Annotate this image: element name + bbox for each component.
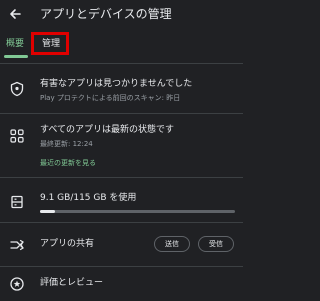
protect-scan-subtitle: Play プロテクトによる前回のスキャン: 昨日 [40,94,181,102]
storage-progress-fill [40,210,56,213]
updates-row[interactable]: すべてのアプリは最新の状態です 最終更新: 12:24 最近の更新を見る [0,114,243,176]
app-bar: アプリとデバイスの管理 [0,0,243,28]
apps-grid-icon [9,128,25,144]
updates-status-title: すべてのアプリは最新の状態です [40,125,175,135]
protect-status-title: 有害なアプリは見つかりませんでした [40,79,193,89]
app-sharing-title: アプリの共有 [40,239,95,249]
storage-row[interactable]: 9.1 GB/115 GB を使用 [0,178,243,221]
send-button[interactable]: 送信 [154,236,190,252]
last-updated-text: 最終更新: 12:24 [40,140,93,148]
play-protect-row[interactable]: 有害なアプリは見つかりませんでした Play プロテクトによる前回のスキャン: … [0,64,243,112]
shield-icon [9,81,25,97]
ratings-reviews-title: 評価とレビュー [40,278,104,288]
app-screen: アプリとデバイスの管理 概要 管理 有害なアプリは見つかりませんでした Play… [0,0,243,301]
see-recent-updates-link[interactable]: 最近の更新を見る [40,158,96,168]
tab-overview[interactable]: 概要 [6,38,24,50]
ratings-reviews-row[interactable]: 評価とレビュー [0,267,243,301]
page-title: アプリとデバイスの管理 [40,7,172,21]
star-icon [9,276,25,292]
share-icon [9,237,25,253]
arrow-back-icon[interactable] [6,5,24,23]
highlight-box [31,32,69,55]
storage-progress-bar [40,210,235,213]
storage-icon [9,194,25,210]
receive-button[interactable]: 受信 [198,236,234,252]
storage-usage-text: 9.1 GB/115 GB を使用 [40,193,137,203]
active-tab-indicator [4,55,28,58]
